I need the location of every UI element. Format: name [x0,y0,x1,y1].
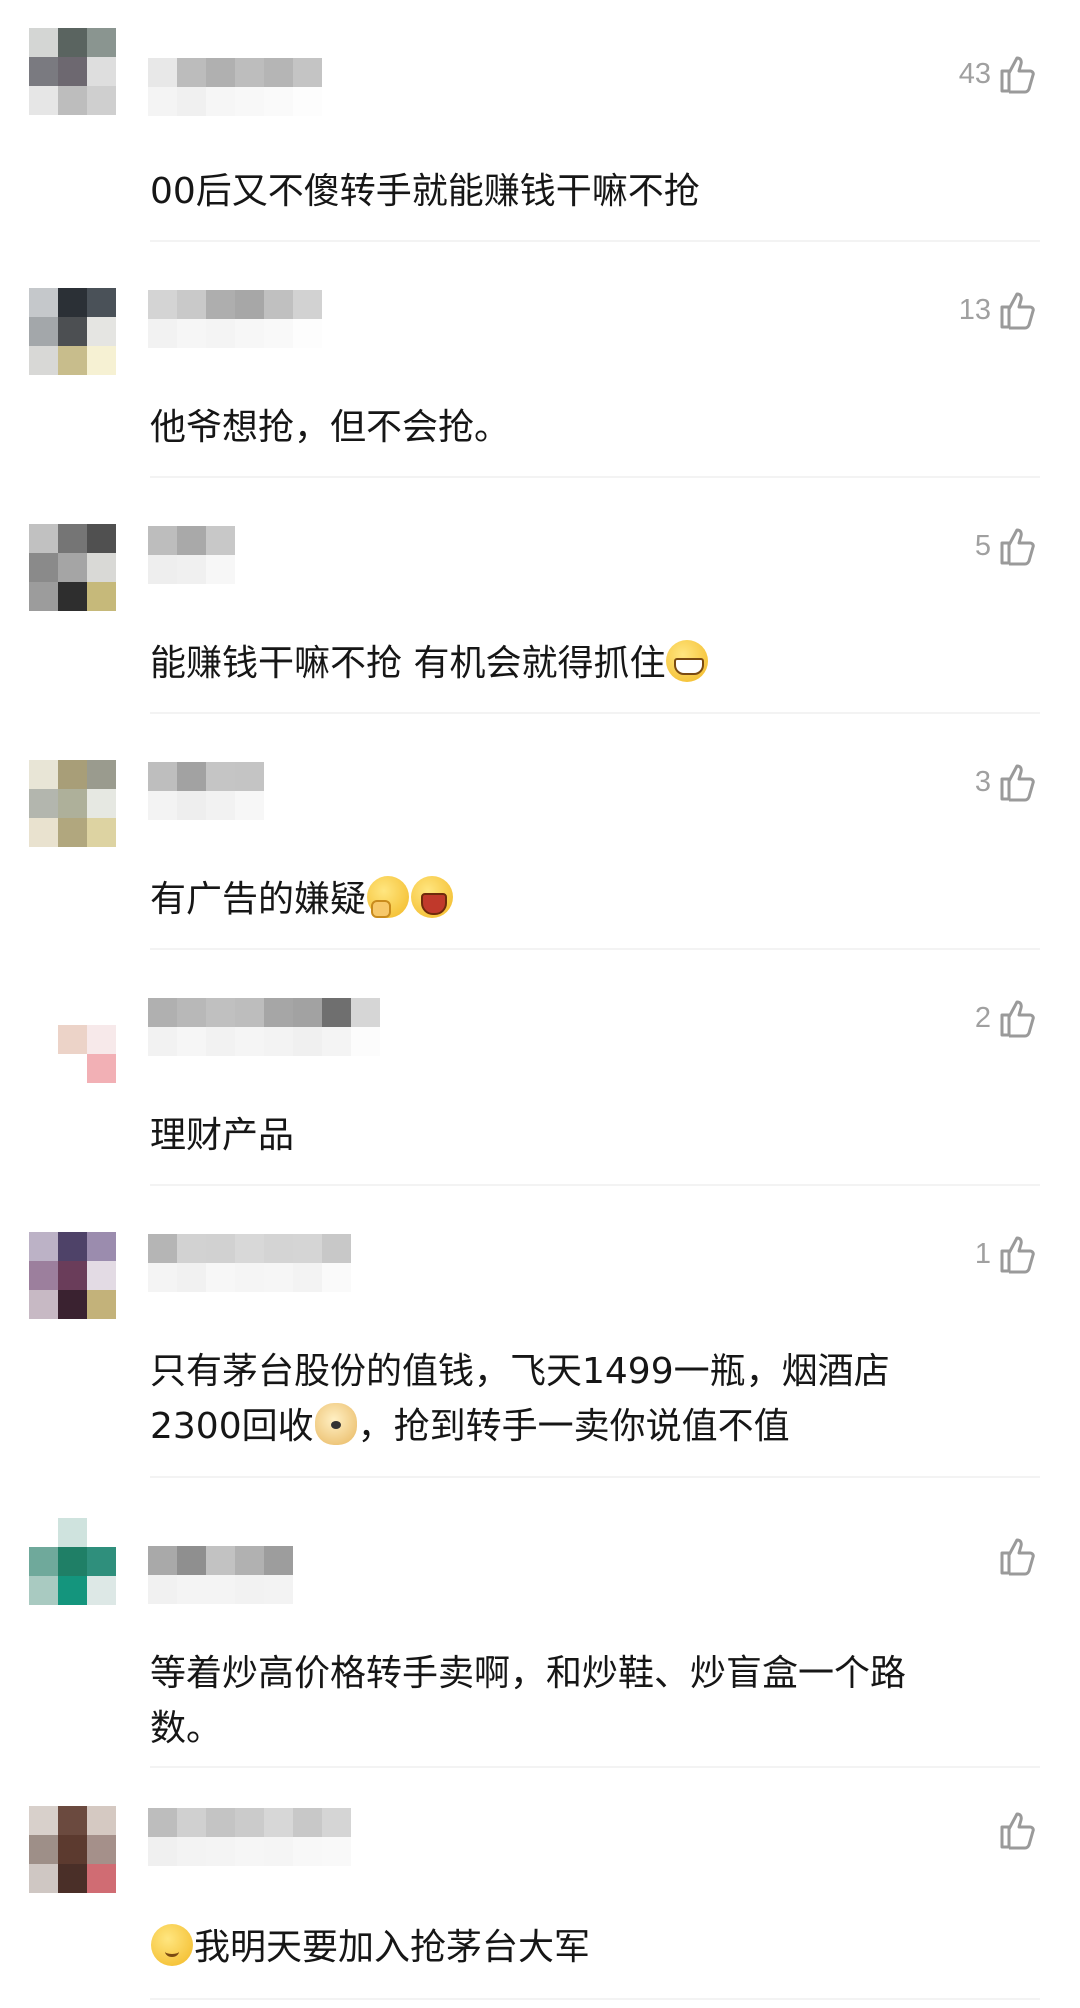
like-count: 43 [958,57,991,90]
username-blurred[interactable] [148,58,322,116]
username-blurred[interactable] [148,1808,351,1866]
like-button[interactable]: 5 [975,524,1035,568]
like-button[interactable] [991,1808,1035,1852]
like-count: 2 [974,1001,991,1034]
divider [150,1766,1040,1768]
username-blurred[interactable] [148,1546,293,1604]
thumbs-up-icon [999,1234,1035,1274]
divider [150,476,1040,478]
thumbs-up-icon [999,1536,1035,1576]
comment-text: 我明天要加入抢茅台大军 [150,1920,1010,1975]
divider [150,712,1040,714]
username-blurred[interactable] [148,998,380,1056]
comment-text: 理财产品 [150,1115,295,1156]
like-button[interactable]: 13 [959,288,1035,332]
comment-text: 只有茅台股份的值钱，飞天1499一瓶，烟酒店 2300回收 ，抢到转手一卖你说值不… [150,1344,1010,1454]
comment-text-content: 有广告的嫌疑 [150,879,367,920]
username-blurred[interactable] [148,1234,351,1292]
divider [150,948,1040,950]
avatar[interactable] [29,1806,116,1893]
divider [150,1998,1040,2000]
divider [150,1476,1040,1478]
like-button[interactable] [991,1534,1035,1578]
doge-emoji-icon [314,1403,357,1445]
thumbs-up-icon [999,54,1035,94]
comment-text: 他爷想抢，但不会抢。 [150,407,511,448]
comment-text-segment: ，抢到转手一卖你说值不值 [357,1406,790,1447]
comment-text-content: 能赚钱干嘛不抢 有机会就得抓住 [150,643,666,684]
like-count: 13 [958,293,991,326]
comment-text-line: 2300回收 ，抢到转手一卖你说值不值 [150,1399,1010,1454]
avatar[interactable] [29,28,116,115]
like-button[interactable]: 1 [975,1232,1035,1276]
thumbs-up-icon [999,762,1035,802]
avatar[interactable] [29,1232,116,1319]
like-button[interactable]: 3 [975,760,1035,804]
avatar[interactable] [29,760,116,847]
thumbs-up-icon [999,998,1035,1038]
divider [150,1184,1040,1186]
like-count: 3 [974,765,991,798]
comment-text-line: 等着炒高价格转手卖啊，和炒鞋、炒盲盒一个路 [150,1653,907,1694]
divider [150,240,1040,242]
username-blurred[interactable] [148,290,322,348]
comment-text: 00后又不傻转手就能赚钱干嘛不抢 [150,171,700,212]
like-count: 5 [974,529,991,562]
thumbs-up-icon [999,290,1035,330]
thinking-emoji-icon [367,876,410,918]
username-blurred[interactable] [148,762,264,820]
avatar[interactable] [29,1518,116,1605]
comment-text-line: 只有茅台股份的值钱，飞天1499一瓶，烟酒店 [150,1351,890,1392]
avatar[interactable] [29,288,116,375]
laughing-emoji-icon [411,876,454,918]
comment-text-segment: 2300回收 [150,1406,314,1447]
comment-text-line: 数。 [150,1708,223,1749]
comment-text: 能赚钱干嘛不抢 有机会就得抓住 [150,636,1010,691]
like-count: 1 [974,1237,991,1270]
like-button[interactable]: 2 [975,996,1035,1040]
shy-emoji-icon [151,1924,193,1966]
comment-text: 有广告的嫌疑 [150,872,1010,927]
like-button[interactable]: 43 [959,52,1035,96]
comment-text: 等着炒高价格转手卖啊，和炒鞋、炒盲盒一个路 数。 [150,1646,1010,1756]
thumbs-up-icon [999,1810,1035,1850]
avatar[interactable] [29,524,116,611]
avatar[interactable] [29,996,116,1083]
username-blurred[interactable] [148,526,235,584]
comment-text-content: 我明天要加入抢茅台大军 [194,1927,591,1968]
thumbs-up-icon [999,526,1035,566]
grinning-emoji-icon [666,640,709,682]
